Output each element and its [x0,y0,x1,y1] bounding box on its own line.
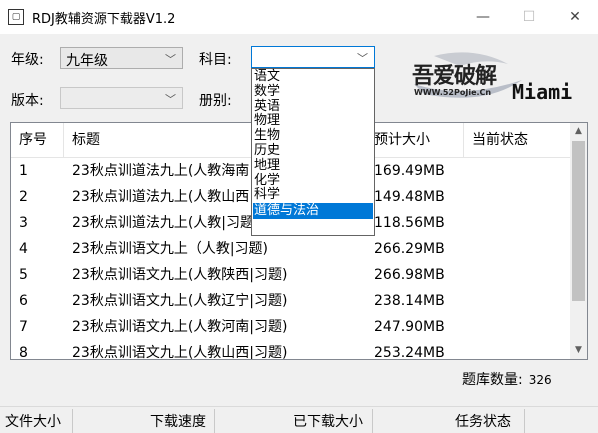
scroll-up-icon[interactable]: ▲ [570,123,587,140]
cell-size: 266.29MB [374,241,445,257]
status-downloaded-size: 已下载大小 [293,414,363,430]
subject-option[interactable]: 化学 [253,174,373,187]
table-row[interactable]: 8 23秋点训语文九上(人教山西|习题) 253.24MB [11,340,571,360]
close-icon: ✕ [569,9,581,25]
cell-size: 118.56MB [374,215,445,231]
logo: 吾爱破解 WWW.52PoJie.Cn Miami [404,50,590,112]
column-header-index[interactable]: 序号 [11,123,64,157]
logo-main-text: 吾爱破解 [412,63,497,89]
scroll-down-icon[interactable]: ▼ [570,342,587,359]
maximize-icon: ☐ [522,9,536,25]
subject-option[interactable]: 地理 [253,159,373,172]
title-bar: ▢ RDJ教辅资源下载器V1.2 — ☐ ✕ [0,0,598,34]
library-count-value: 326 [528,373,552,387]
table-row[interactable]: 7 23秋点训语文九上(人教河南|习题) 247.90MB [11,314,571,340]
cell-index: 4 [19,241,28,257]
status-bar: 文件大小 下载速度 已下载大小 任务状态 [0,406,598,433]
grade-label: 年级: [11,52,44,68]
cell-title: 23秋点训语文九上（人教|习题) [72,241,268,257]
app-icon: ▢ [8,9,24,25]
table-row[interactable]: 6 23秋点训语文九上(人教辽宁|习题) 238.14MB [11,288,571,314]
status-divider [72,409,73,433]
cell-status [464,288,571,314]
cell-size: 253.24MB [374,345,445,360]
cell-size: 149.48MB [374,189,445,205]
subject-option[interactable]: 英语 [253,100,373,113]
cell-title: 23秋点训语文九上(人教河南|习题) [72,319,288,335]
cell-status [464,184,571,210]
cell-index: 3 [19,215,28,231]
subject-label: 科目: [199,52,232,68]
cell-size: 247.90MB [374,319,445,335]
subject-select[interactable]: ﹀ [251,46,375,68]
cell-size: 238.14MB [374,293,445,309]
cell-status [464,236,571,262]
edition-select[interactable]: ﹀ [60,87,183,109]
subject-option[interactable]: 道德与法治 [253,203,373,220]
subject-option[interactable]: 数学 [253,85,373,98]
logo-name-text: Miami [512,80,573,104]
subject-dropdown-list[interactable]: 语文数学英语 物理生物历史地理化学 科学道德与法治 [251,68,375,236]
cell-title: 23秋点训语文九上(人教陕西|习题) [72,267,288,283]
status-divider [524,409,525,433]
cell-index: 2 [19,189,28,205]
grade-select-value: 九年级 [66,53,108,69]
library-count: 题库数量: 326 [462,369,552,389]
column-header-size[interactable]: 预计大小 [366,123,464,157]
cell-index: 5 [19,267,28,283]
subject-option[interactable]: 物理 [253,114,373,127]
cell-index: 6 [19,293,28,309]
status-download-speed: 下载速度 [150,414,206,430]
status-divider [372,409,373,433]
subject-option[interactable]: 科学 [253,188,373,201]
minimize-icon: — [476,9,490,25]
chevron-down-icon: ﹀ [165,53,176,66]
cell-index: 8 [19,345,28,360]
library-count-label: 题库数量: [462,372,523,388]
cell-title: 23秋点训语文九上(人教辽宁|习题) [72,293,288,309]
volume-label: 册别: [199,93,232,109]
vertical-scrollbar[interactable]: ▲ ▼ [570,123,587,359]
subject-option[interactable]: 历史 [253,144,373,157]
cell-size: 169.49MB [374,163,445,179]
cell-size: 266.98MB [374,267,445,283]
cell-status [464,210,571,236]
column-header-status[interactable]: 当前状态 [464,123,571,157]
cell-status [464,158,571,184]
close-button[interactable]: ✕ [552,0,598,34]
maximize-button[interactable]: ☐ [506,0,552,34]
window-title: RDJ教辅资源下载器V1.2 [32,12,176,27]
logo-url-text: WWW.52PoJie.Cn [414,88,492,97]
status-task-status: 任务状态 [455,414,511,430]
table-row[interactable]: 4 23秋点训语文九上（人教|习题) 266.29MB [11,236,571,262]
chevron-down-icon: ﹀ [165,93,176,106]
status-divider [214,409,215,433]
table-row[interactable]: 5 23秋点训语文九上(人教陕西|习题) 266.98MB [11,262,571,288]
subject-option[interactable]: 生物 [253,129,373,142]
cell-index: 7 [19,319,28,335]
edition-label: 版本: [11,93,44,109]
cell-title: 23秋点训语文九上(人教山西|习题) [72,345,288,360]
chevron-down-icon: ﹀ [357,52,368,65]
status-file-size: 文件大小 [5,414,61,430]
grade-select[interactable]: 九年级 ﹀ [60,47,183,69]
cell-index: 1 [19,163,28,179]
cell-status [464,314,571,340]
scrollbar-thumb[interactable] [572,141,585,301]
cell-status [464,340,571,359]
cell-status [464,262,571,288]
minimize-button[interactable]: — [460,0,506,34]
subject-option[interactable]: 语文 [253,70,373,83]
